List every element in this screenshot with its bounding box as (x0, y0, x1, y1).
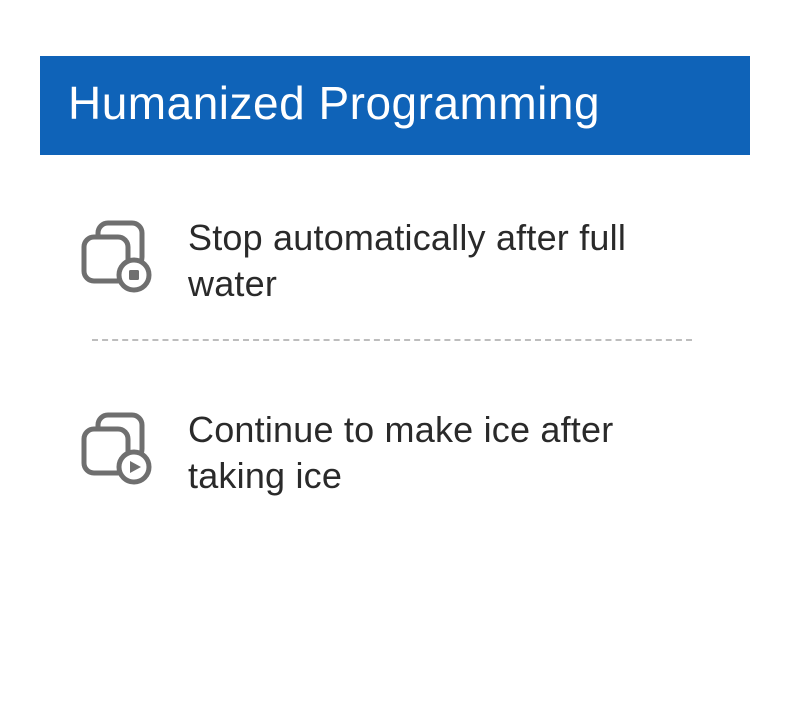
divider (92, 339, 692, 341)
stop-icon (76, 217, 156, 297)
features-list: Stop automatically after full water Cont… (40, 155, 750, 527)
feature-text: Stop automatically after full water (188, 215, 668, 307)
header-bar: Humanized Programming (40, 56, 750, 155)
play-icon (76, 409, 156, 489)
feature-row: Continue to make ice after taking ice (76, 397, 734, 527)
feature-text: Continue to make ice after taking ice (188, 407, 668, 499)
feature-row: Stop automatically after full water (76, 205, 734, 335)
header-title: Humanized Programming (68, 77, 600, 129)
